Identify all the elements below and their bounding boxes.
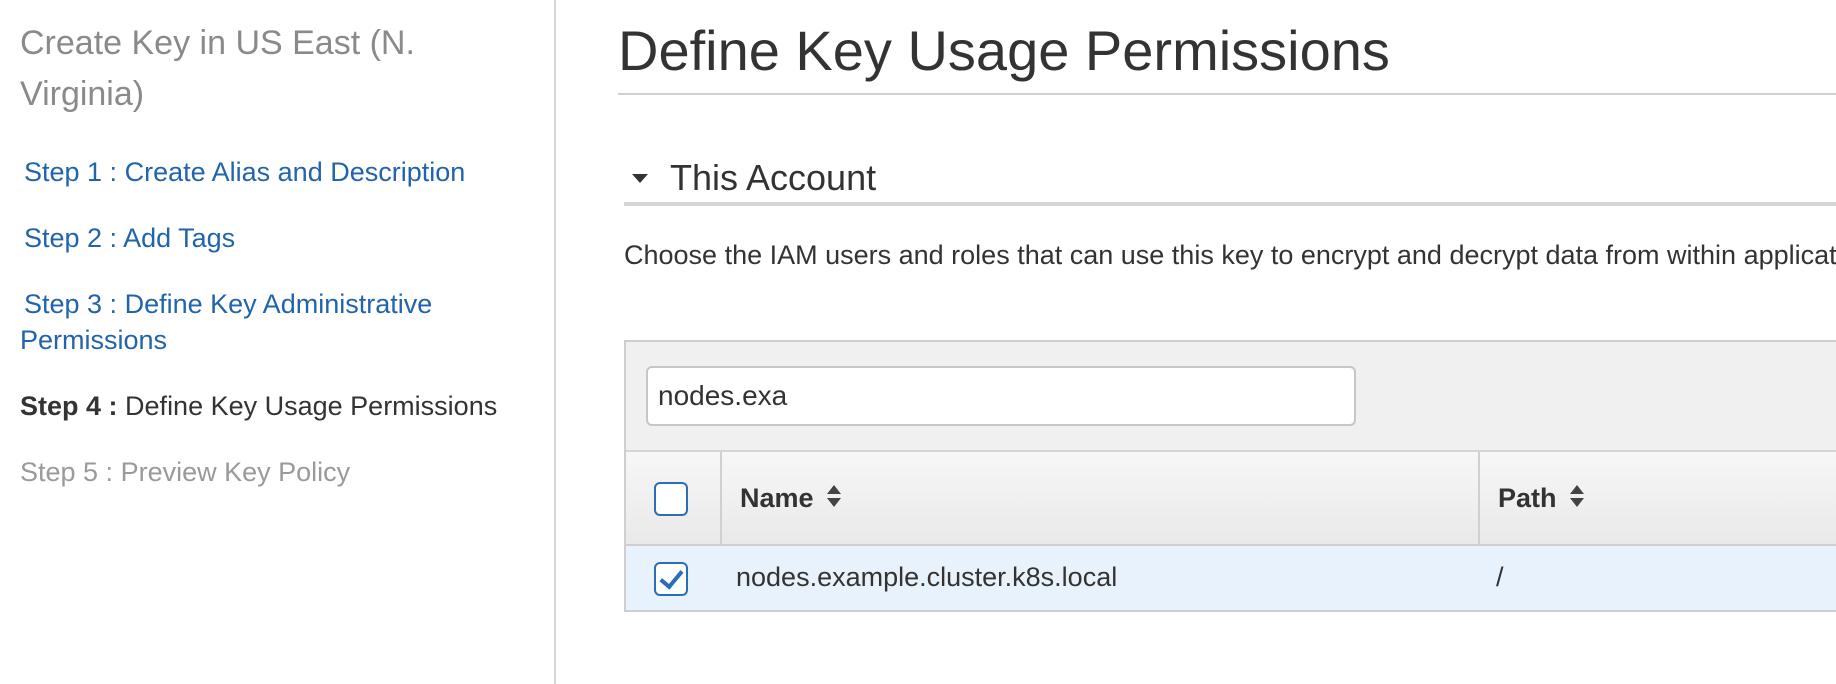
section-description: Choose the IAM users and roles that can … <box>624 240 1836 270</box>
wizard-title: Create Key in US East (N. Virginia) <box>20 24 415 113</box>
step-label: Define Key Administrative <box>124 289 433 319</box>
step-number: Step 5 : <box>20 457 114 487</box>
step-2-link[interactable]: Step 2 : Add Tags <box>24 220 235 256</box>
caret-down-icon <box>632 174 648 183</box>
select-all-checkbox[interactable] <box>654 482 688 516</box>
section-toggle-this-account[interactable]: This Account <box>624 156 1836 206</box>
step-5-disabled: Step 5 : Preview Key Policy <box>20 454 350 490</box>
step-label: Define Key Usage Permissions <box>125 391 498 421</box>
section-title: This Account <box>670 157 877 198</box>
cell-path: / <box>1496 562 1504 592</box>
step-number: Step 4 : <box>20 391 118 421</box>
page: Create Key in US East (N. Virginia) Step… <box>0 0 1836 684</box>
column-divider <box>720 452 722 544</box>
step-4-current: Step 4 : Define Key Usage Permissions <box>20 388 497 424</box>
row-checkbox-checked[interactable] <box>654 562 688 596</box>
sort-icon <box>826 484 842 509</box>
main-content: Define Key Usage Permissions This Accoun… <box>556 0 1836 684</box>
step-number: Step 1 : <box>24 157 118 187</box>
cell-name: nodes.example.cluster.k8s.local <box>736 562 1118 592</box>
table-header-row: Name Path <box>626 452 1836 546</box>
sort-icon <box>1569 484 1585 509</box>
column-header-name[interactable]: Name <box>740 452 842 544</box>
step-number: Step 3 : <box>24 289 118 319</box>
step-label: Add Tags <box>123 223 236 253</box>
checkmark-icon <box>659 564 684 590</box>
step-label-continued: Permissions <box>20 325 168 355</box>
iam-users-table: Name Path nodes.example.cluster.k8s.loca… <box>624 340 1836 612</box>
title-divider <box>618 93 1836 95</box>
filter-bar <box>626 342 1836 452</box>
column-divider <box>1478 452 1480 544</box>
column-header-label: Name <box>740 483 814 513</box>
wizard-sidebar: Create Key in US East (N. Virginia) Step… <box>0 0 556 684</box>
step-label: Preview Key Policy <box>120 457 351 487</box>
step-1-link[interactable]: Step 1 : Create Alias and Description <box>24 154 465 190</box>
column-header-label: Path <box>1498 483 1557 513</box>
step-label: Create Alias and Description <box>124 157 466 187</box>
step-3-link[interactable]: Step 3 : Define Key Administrative Permi… <box>20 286 524 358</box>
step-number: Step 2 : <box>24 223 118 253</box>
page-title: Define Key Usage Permissions <box>618 19 1390 82</box>
column-header-path[interactable]: Path <box>1498 452 1585 544</box>
table-row[interactable]: nodes.example.cluster.k8s.local / <box>626 546 1836 610</box>
filter-input[interactable] <box>646 366 1356 426</box>
